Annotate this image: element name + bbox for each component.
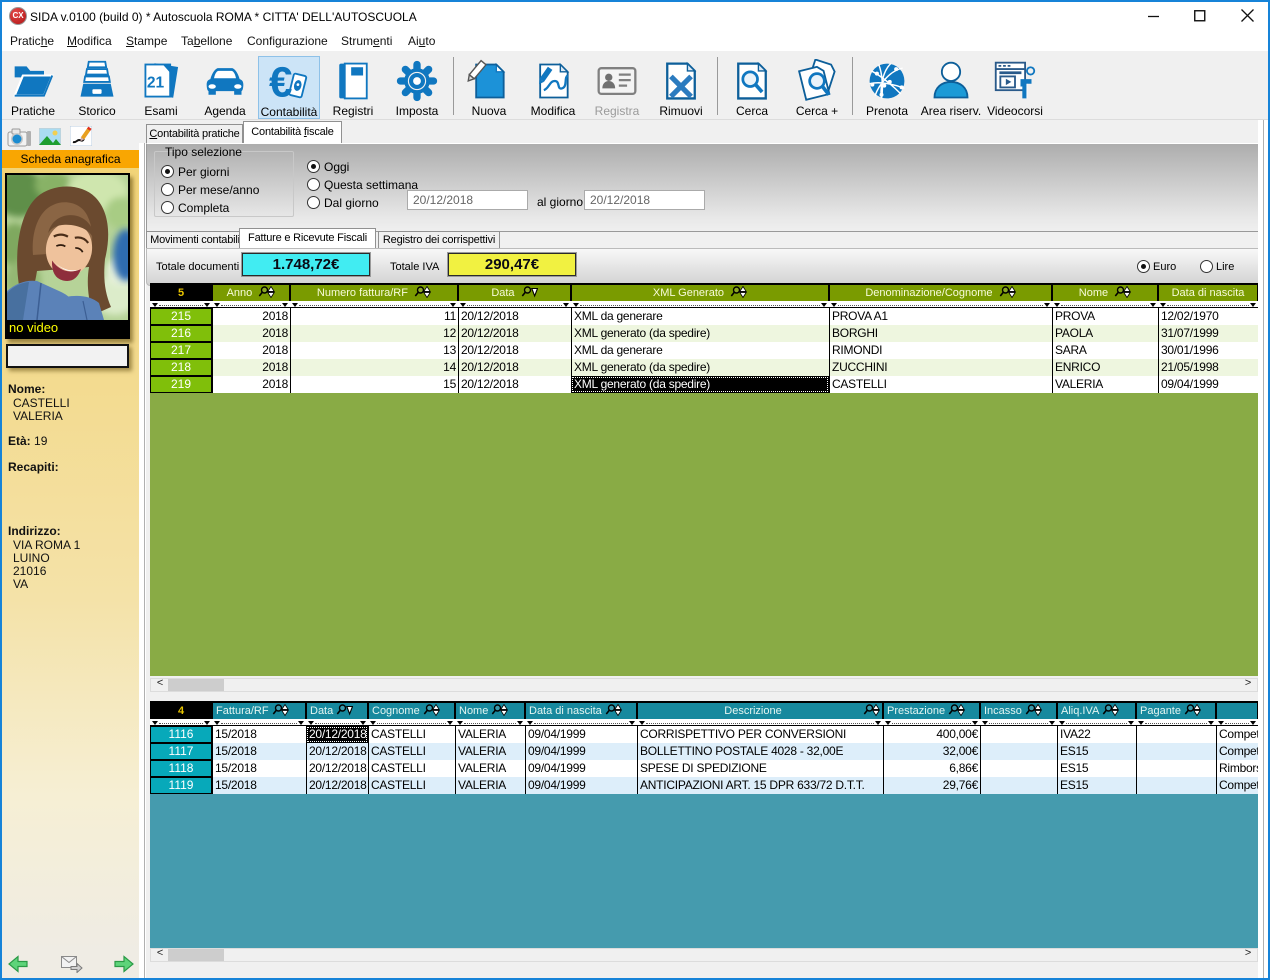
svg-text:€: € <box>269 60 292 104</box>
svg-text:21: 21 <box>147 74 165 91</box>
